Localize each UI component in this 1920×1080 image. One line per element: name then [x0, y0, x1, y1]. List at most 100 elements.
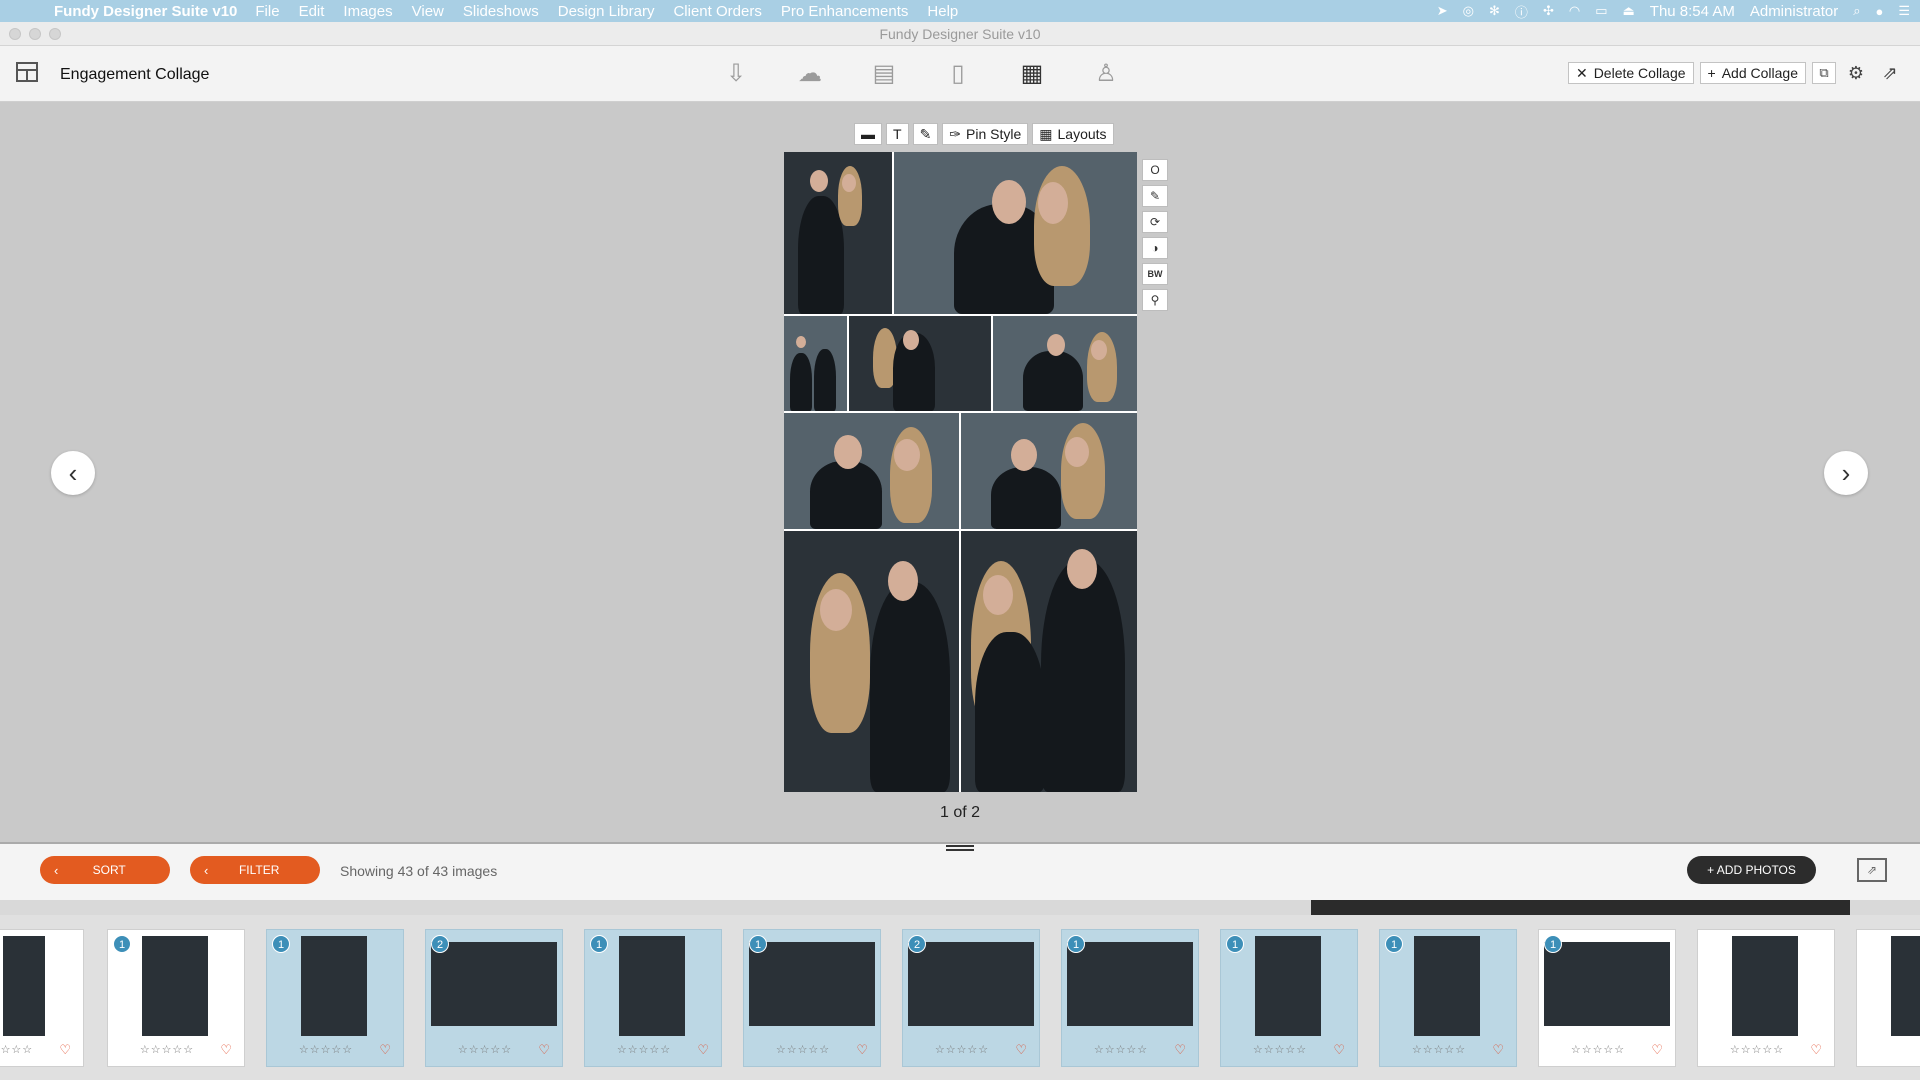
filmstrip-thumb[interactable]: 2 ☆☆☆☆☆ ♡	[902, 929, 1040, 1067]
heart-icon[interactable]: ♡	[538, 1042, 550, 1058]
filmstrip-thumb[interactable]: ☆☆☆☆☆ ♡	[0, 929, 84, 1067]
menu-file[interactable]: File	[255, 3, 279, 20]
filmstrip-thumb[interactable]: ☆☆☆☆☆ ♡	[1697, 929, 1835, 1067]
collage-page[interactable]	[784, 152, 1137, 792]
eject-icon[interactable]: ⏏	[1622, 3, 1634, 19]
heart-icon[interactable]: ♡	[1015, 1042, 1027, 1058]
menu-pro-enhancements[interactable]: Pro Enhancements	[781, 3, 909, 20]
filmstrip-thumb[interactable]: 1 ☆☆☆☆☆ ♡	[743, 929, 881, 1067]
add-photos-button[interactable]: + ADD PHOTOS	[1687, 856, 1816, 884]
star-rating[interactable]: ☆☆☆☆☆	[1698, 1043, 1816, 1056]
previous-page-button[interactable]: ‹	[51, 451, 95, 495]
heart-icon[interactable]: ♡	[1492, 1042, 1504, 1058]
bw-tool-button[interactable]: BW	[1142, 263, 1168, 285]
menu-help[interactable]: Help	[927, 3, 958, 20]
user-menu[interactable]: Administrator	[1750, 3, 1838, 20]
pin-style-button[interactable]: ✑ Pin Style	[942, 123, 1029, 145]
filmstrip-thumb[interactable]: 1 ☆☆☆☆☆ ♡	[1061, 929, 1199, 1067]
heart-icon[interactable]: ♡	[1651, 1042, 1663, 1058]
resize-grip-icon[interactable]	[946, 845, 974, 851]
filmstrip-thumb[interactable]: 1 ☆☆☆☆☆ ♡	[1538, 929, 1676, 1067]
border-tool-button[interactable]: ▬	[854, 123, 882, 145]
background-tool-button[interactable]: ✎	[912, 123, 939, 145]
menu-view[interactable]: View	[412, 3, 444, 20]
star-rating[interactable]: ☆☆☆☆☆	[426, 1043, 544, 1056]
eyedropper-tool-button[interactable]: ⚲	[1142, 289, 1168, 311]
star-rating[interactable]: ☆☆☆☆☆	[0, 1043, 65, 1056]
settings-icon[interactable]: ⚙	[1842, 61, 1870, 85]
preview-icon[interactable]: ⧉	[1812, 62, 1836, 84]
color-tool-button[interactable]: ◑	[1142, 237, 1168, 259]
text-tool-button[interactable]: T	[886, 123, 909, 145]
proofing-module-icon[interactable]: ☁	[794, 60, 826, 88]
zoom-window-button[interactable]	[49, 28, 61, 40]
open-external-icon[interactable]: ⇗	[1876, 61, 1904, 85]
heart-icon[interactable]: ♡	[1810, 1042, 1822, 1058]
collage-photo[interactable]	[784, 531, 959, 792]
filmstrip-thumb[interactable]: 1 ☆☆☆☆☆ ♡	[1220, 929, 1358, 1067]
star-rating[interactable]: ☆☆☆☆☆	[1221, 1043, 1339, 1056]
collage-photo[interactable]	[784, 316, 847, 411]
bluetooth-icon[interactable]: ✣	[1543, 3, 1554, 19]
close-window-button[interactable]	[9, 28, 21, 40]
cards-module-icon[interactable]: ♙	[1090, 60, 1122, 88]
filter-button[interactable]: ‹ FILTER	[190, 856, 320, 884]
wall-art-module-icon[interactable]: ▯	[942, 60, 974, 88]
menu-design-library[interactable]: Design Library	[558, 3, 655, 20]
creative-cloud-icon[interactable]: ◎	[1463, 3, 1474, 19]
menu-slideshows[interactable]: Slideshows	[463, 3, 539, 20]
heart-icon[interactable]: ♡	[59, 1042, 71, 1058]
menu-images[interactable]: Images	[343, 3, 392, 20]
heart-icon[interactable]: ♡	[856, 1042, 868, 1058]
filmstrip-thumb[interactable]: 1 ☆☆☆☆☆ ♡	[584, 929, 722, 1067]
reset-tool-button[interactable]: O	[1142, 159, 1168, 181]
star-rating[interactable]: ☆☆☆☆☆	[903, 1043, 1021, 1056]
collage-photo[interactable]	[849, 316, 991, 411]
spotlight-search-icon[interactable]: ⌕	[1853, 3, 1860, 19]
star-rating[interactable]: ☆☆☆☆☆	[1062, 1043, 1180, 1056]
collage-photo[interactable]	[784, 152, 892, 314]
heart-icon[interactable]: ♡	[220, 1042, 232, 1058]
sort-button[interactable]: ‹ SORT	[40, 856, 170, 884]
info-icon[interactable]: ⓘ	[1515, 2, 1528, 21]
rotate-tool-button[interactable]: ⟳	[1142, 211, 1168, 233]
heart-icon[interactable]: ♡	[697, 1042, 709, 1058]
filmstrip-thumb[interactable]: 1 ☆☆☆☆☆ ♡	[1379, 929, 1517, 1067]
airplane-icon[interactable]: ➤	[1437, 3, 1448, 19]
delete-collage-button[interactable]: ✕ Delete Collage	[1567, 62, 1694, 84]
gear-icon[interactable]: ✻	[1489, 3, 1500, 19]
album-module-icon[interactable]: ▤	[868, 60, 900, 88]
filmstrip-thumb[interactable]	[1856, 929, 1920, 1067]
clock[interactable]: Thu 8:54 AM	[1650, 3, 1735, 20]
collage-photo[interactable]	[784, 413, 959, 529]
filmstrip-scroll-thumb[interactable]	[1311, 900, 1850, 915]
collage-photo[interactable]	[894, 152, 1137, 314]
import-module-icon[interactable]: ⇩	[720, 60, 752, 88]
filmstrip-thumb[interactable]: 1 ☆☆☆☆☆ ♡	[107, 929, 245, 1067]
star-rating[interactable]: ☆☆☆☆☆	[108, 1043, 226, 1056]
app-name-menu[interactable]: Fundy Designer Suite v10	[54, 3, 237, 20]
star-rating[interactable]: ☆☆☆☆☆	[1380, 1043, 1498, 1056]
notification-center-icon[interactable]: ☰	[1898, 3, 1910, 19]
collage-photo[interactable]	[961, 531, 1137, 792]
heart-icon[interactable]: ♡	[379, 1042, 391, 1058]
star-rating[interactable]: ☆☆☆☆☆	[585, 1043, 703, 1056]
siri-icon[interactable]: ●	[1875, 4, 1883, 19]
collage-module-tab-icon[interactable]: ▦	[1016, 60, 1048, 88]
collage-photo[interactable]	[993, 316, 1137, 411]
edit-tool-button[interactable]: ✎	[1142, 185, 1168, 207]
minimize-window-button[interactable]	[29, 28, 41, 40]
star-rating[interactable]: ☆☆☆☆☆	[744, 1043, 862, 1056]
heart-icon[interactable]: ♡	[1333, 1042, 1345, 1058]
filmstrip-thumb[interactable]: 1 ☆☆☆☆☆ ♡	[266, 929, 404, 1067]
collage-photo[interactable]	[961, 413, 1137, 529]
export-icon[interactable]: ⇗	[1857, 858, 1887, 882]
star-rating[interactable]: ☆☆☆☆☆	[267, 1043, 385, 1056]
next-page-button[interactable]: ›	[1824, 451, 1868, 495]
layouts-button[interactable]: ▦ Layouts	[1032, 123, 1114, 145]
heart-icon[interactable]: ♡	[1174, 1042, 1186, 1058]
wifi-icon[interactable]: ◠	[1569, 3, 1580, 19]
menu-client-orders[interactable]: Client Orders	[673, 3, 761, 20]
menu-edit[interactable]: Edit	[299, 3, 325, 20]
add-collage-button[interactable]: + Add Collage	[1699, 62, 1806, 84]
